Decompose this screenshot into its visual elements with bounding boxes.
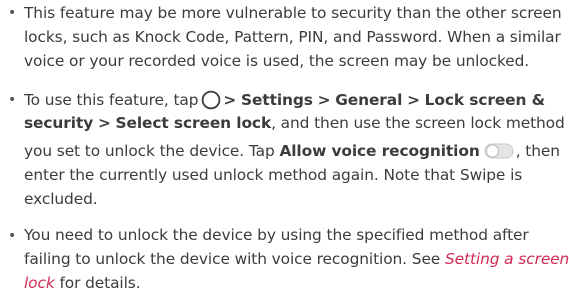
text-line: voice or your recorded voice is used, th… — [24, 52, 530, 70]
menu-path-select-screen-lock: Select screen lock — [115, 114, 272, 132]
menu-path-general: General — [335, 91, 403, 109]
text-segment: for details. — [59, 274, 141, 292]
path-separator: > — [317, 91, 331, 109]
text-line: security > Select screen lock, and then … — [24, 114, 565, 132]
bullet-marker: • — [8, 228, 17, 244]
link-setting-a-screen-lock[interactable]: lock — [24, 274, 55, 292]
text-segment: you set to unlock the device. Tap — [24, 142, 275, 160]
text-segment: , and then use the screen lock method — [271, 114, 565, 132]
text-line: failing to unlock the device with voice … — [24, 250, 569, 268]
text-line: you set to unlock the device. Tap Allow … — [24, 142, 560, 160]
text-line: locks, such as Knock Code, Pattern, PIN,… — [24, 28, 561, 46]
bullet-marker: • — [8, 5, 17, 21]
link-setting-a-screen-lock[interactable]: Setting a screen — [445, 250, 569, 268]
text-segment: , then — [515, 142, 560, 160]
text-segment: failing to unlock the device with voice … — [24, 250, 441, 268]
setting-allow-voice-recognition: Allow voice recognition — [279, 142, 480, 160]
text-line: enter the currently used unlock method a… — [24, 166, 523, 184]
document-page: • This feature may be more vulnerable to… — [0, 0, 569, 294]
toggle-off-icon — [484, 143, 514, 159]
menu-path-lock-screen-security: Lock screen & — [424, 91, 545, 109]
home-circle-icon — [202, 90, 221, 110]
path-separator: > — [97, 114, 111, 132]
path-separator: > — [223, 91, 237, 109]
text-line: To use this feature, tap > Settings > Gen… — [24, 90, 545, 110]
bullet-marker: • — [8, 92, 17, 108]
text-segment: To use this feature, tap — [24, 91, 199, 109]
menu-path-settings: Settings — [240, 91, 313, 109]
path-separator: > — [407, 91, 420, 109]
menu-path-lock-screen-security: security — [24, 114, 94, 132]
text-line: This feature may be more vulnerable to s… — [24, 4, 562, 22]
text-line: lock for details. — [24, 274, 141, 292]
text-line: excluded. — [24, 190, 98, 208]
text-line: You need to unlock the device by using t… — [24, 226, 529, 244]
